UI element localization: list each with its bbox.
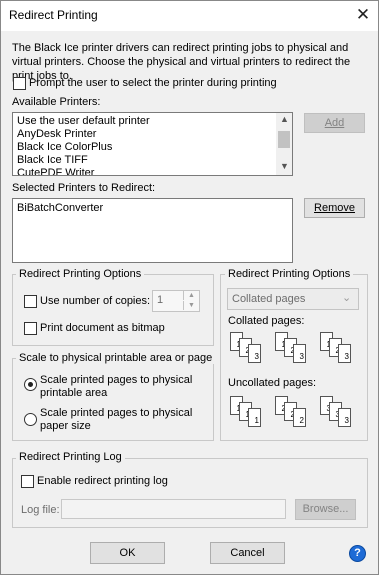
page-number: 3 [299,352,304,361]
log-file-input[interactable] [61,499,286,519]
use-copies-checkbox[interactable] [24,295,37,308]
collation-group-title: Redirect Printing Options [225,268,354,280]
page-sheet: 2 [293,408,306,427]
page-number: 3 [344,352,349,361]
use-copies-label: Use number of copies: [40,295,151,307]
page-sheet: 3 [293,344,306,363]
copies-value: 1 [157,294,164,306]
stepper-down-icon[interactable]: ▼ [183,301,199,310]
redirect-options-title: Redirect Printing Options [16,268,145,280]
collation-dropdown-value: Collated pages [232,293,306,305]
list-item[interactable]: CutePDF Writer [17,167,94,175]
cancel-button[interactable]: Cancel [210,542,285,564]
scale-printable-label: Scale printed pages to physical printabl… [40,374,193,399]
scroll-up-icon[interactable]: ▲ [280,114,289,124]
copies-stepper[interactable]: 1 ▲ ▼ [152,290,200,312]
page-sheet: 3 [338,344,351,363]
print-bitmap-checkbox[interactable] [24,322,37,335]
uncollated-pages-label: Uncollated pages: [228,377,317,389]
list-item[interactable]: Use the user default printer [17,115,150,128]
page-number: 3 [254,352,259,361]
page-sheet: 1 [248,408,261,427]
page-sheet: 3 [248,344,261,363]
window-title: Redirect Printing [9,8,98,22]
enable-log-label: Enable redirect printing log [37,475,168,487]
stepper-up-icon[interactable]: ▲ [183,291,199,300]
list-item[interactable]: AnyDesk Printer [17,128,96,141]
prompt-user-label: Prompt the user to select the printer du… [29,77,277,89]
scroll-down-icon[interactable]: ▼ [280,161,289,171]
available-printers-label: Available Printers: [12,96,101,108]
list-item[interactable]: Black Ice TIFF [17,154,88,167]
enable-log-checkbox[interactable] [21,475,34,488]
collated-pages-label: Collated pages: [228,315,305,327]
selected-printers-label: Selected Printers to Redirect: [12,182,156,194]
list-scrollbar[interactable]: ▲ ▼ [276,113,292,175]
scale-paper-radio[interactable] [24,413,37,426]
help-icon[interactable]: ? [349,545,366,562]
collation-dropdown[interactable]: Collated pages ⌄ [227,288,359,310]
scroll-thumb[interactable] [278,131,290,148]
chevron-down-icon: ⌄ [342,292,352,304]
scale-printable-radio[interactable] [24,378,37,391]
add-button[interactable]: Add [304,113,365,133]
print-bitmap-label: Print document as bitmap [40,322,165,334]
page-number: 2 [299,416,304,425]
available-printers-list[interactable]: Use the user default printer AnyDesk Pri… [12,112,293,176]
browse-button[interactable]: Browse... [295,499,356,520]
collated-pages-illustration: 123123123 [226,330,362,370]
add-button-label: Add [324,117,345,129]
close-icon[interactable]: ✕ [352,4,374,26]
remove-button[interactable]: Remove [304,198,365,218]
remove-button-label: Remove [314,202,355,214]
log-group-title: Redirect Printing Log [16,451,125,463]
log-file-label: Log file: [21,504,60,516]
page-number: 1 [254,416,259,425]
scale-group-title: Scale to physical printable area or page [16,352,216,364]
page-number: 3 [344,416,349,425]
scale-paper-label: Scale printed pages to physical paper si… [40,407,193,432]
uncollated-pages-illustration: 111222333 [226,394,362,434]
list-item[interactable]: Black Ice ColorPlus [17,141,112,154]
selected-printers-list[interactable]: BiBatchConverter [12,198,293,263]
list-item[interactable]: BiBatchConverter [17,202,103,215]
page-sheet: 3 [338,408,351,427]
prompt-user-checkbox[interactable] [13,77,26,90]
ok-button[interactable]: OK [90,542,165,564]
